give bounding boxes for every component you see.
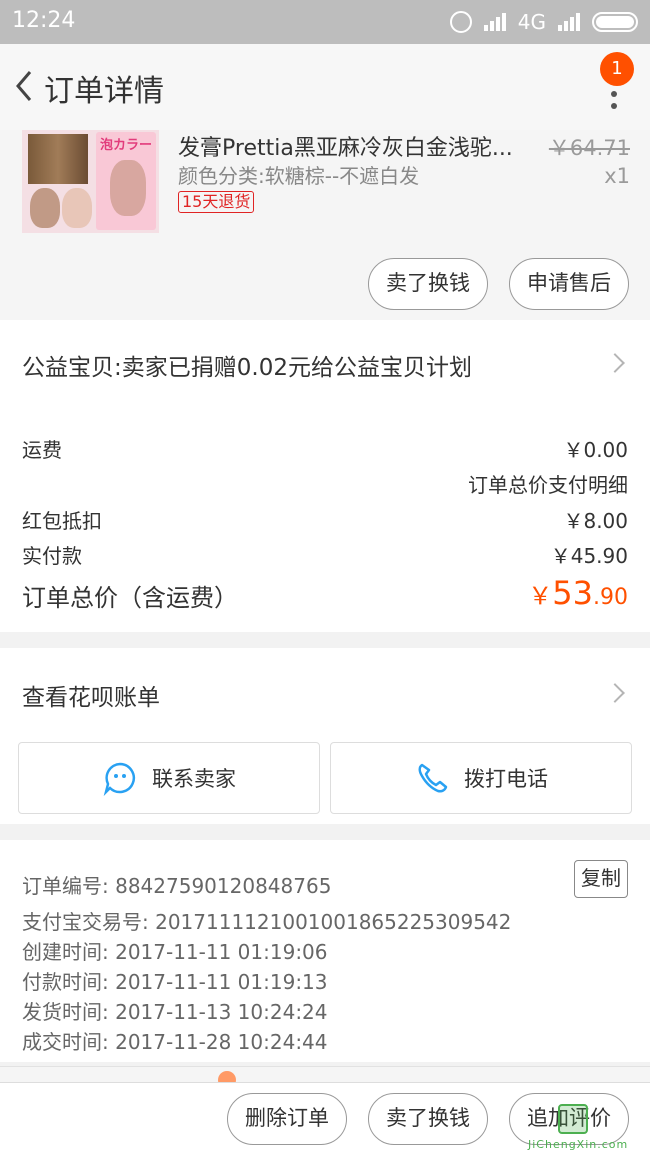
completed-time: 成交时间: 2017-11-28 10:24:44: [22, 1030, 328, 1054]
product-thumbnail[interactable]: 泡カラー: [22, 130, 159, 233]
huabei-bill-link[interactable]: 查看花呗账单: [22, 678, 160, 712]
red-packet-value: ￥8.00: [563, 509, 628, 533]
paid-label: 实付款: [22, 544, 82, 568]
contact-seller-label: 联系卖家: [152, 767, 236, 791]
chevron-right-icon: [605, 683, 625, 703]
total-decimal: .90: [593, 585, 628, 610]
signal-icon-2: [558, 13, 580, 31]
paid-time: 付款时间: 2017-11-11 01:19:13: [22, 970, 328, 994]
contact-seller-button[interactable]: 联系卖家: [18, 742, 320, 814]
notification-badge: 1: [600, 52, 634, 86]
alipay-trade-number: 支付宝交易号: 2017111121001001865225309542: [22, 910, 512, 934]
scroll-peek: [0, 1066, 650, 1089]
battery-icon: [592, 12, 638, 32]
order-number: 订单编号: 884275901208487​65: [22, 874, 332, 898]
phone-icon: [418, 763, 448, 793]
product-quantity: x1: [604, 164, 630, 188]
delete-order-button[interactable]: 删除订单: [227, 1093, 347, 1145]
total-label: 订单总价（含运费）: [22, 584, 238, 612]
product-name: 发膏Prettia黑亚麻冷灰白金浅驼...: [178, 136, 513, 161]
charity-text: 公益宝贝:卖家已捐赠0.02元给公益宝贝计划: [22, 355, 472, 381]
total-price: ￥53.90: [528, 574, 628, 612]
back-icon[interactable]: [10, 66, 38, 106]
call-phone-button[interactable]: 拨打电话: [330, 742, 632, 814]
charity-row[interactable]: 公益宝贝:卖家已捐赠0.02元给公益宝贝计划: [0, 320, 650, 406]
shipping-value: ￥0.00: [563, 438, 628, 462]
return-tag: 15天退货: [178, 191, 255, 213]
payment-detail-link[interactable]: 订单总价支付明细: [468, 469, 628, 498]
product-image-text: 泡カラー: [100, 138, 153, 153]
copy-button[interactable]: 复制: [574, 860, 628, 898]
shipped-time: 发货时间: 2017-11-13 10:24:24: [22, 1000, 328, 1024]
order-info: 订单编号: 884275901208487​65 复制 支付宝交易号: 2017…: [0, 840, 650, 1062]
after-sale-button[interactable]: 申请售后: [509, 258, 629, 310]
product-original-price: ￥64.71: [548, 136, 630, 160]
product-card[interactable]: 泡カラー 发膏Prettia黑亚麻冷灰白金浅驼... 颜色分类:软糖棕--不遮白…: [0, 130, 650, 320]
add-review-button[interactable]: 追加评价: [509, 1093, 629, 1145]
status-time: 12:24: [12, 8, 76, 33]
total-currency: ￥: [528, 582, 553, 610]
chat-icon: [103, 762, 136, 796]
network-type: 4G: [517, 10, 546, 34]
paid-value: ￥45.90: [550, 544, 628, 568]
sell-button[interactable]: 卖了换钱: [368, 258, 488, 310]
header: 订单详情 1: [0, 44, 650, 130]
huabei-section: 查看花呗账单 联系卖家 拨打电话: [0, 648, 650, 824]
chevron-right-icon: [605, 353, 625, 373]
total-integer: 53: [552, 574, 593, 612]
fee-summary: 运费 ￥0.00 订单总价支付明细 红包抵扣 ￥8.00 实付款 ￥45.90 …: [0, 406, 650, 632]
call-phone-label: 拨打电话: [464, 767, 548, 791]
created-time: 创建时间: 2017-11-11 01:19:06: [22, 940, 328, 964]
alarm-icon: [449, 11, 472, 33]
section-divider: [0, 632, 650, 648]
red-packet-label: 红包抵扣: [22, 509, 102, 533]
status-bar: 12:24 4G: [0, 0, 650, 44]
bottom-action-bar: 删除订单 卖了换钱 追加评价: [0, 1082, 650, 1155]
product-spec: 颜色分类:软糖棕--不遮白发: [178, 164, 420, 188]
shipping-label: 运费: [22, 438, 62, 462]
status-icons: 4G: [449, 8, 638, 36]
section-divider: [0, 824, 650, 840]
signal-icon: [483, 13, 506, 31]
page-title: 订单详情: [44, 74, 164, 109]
sell-button-bottom[interactable]: 卖了换钱: [368, 1093, 488, 1145]
